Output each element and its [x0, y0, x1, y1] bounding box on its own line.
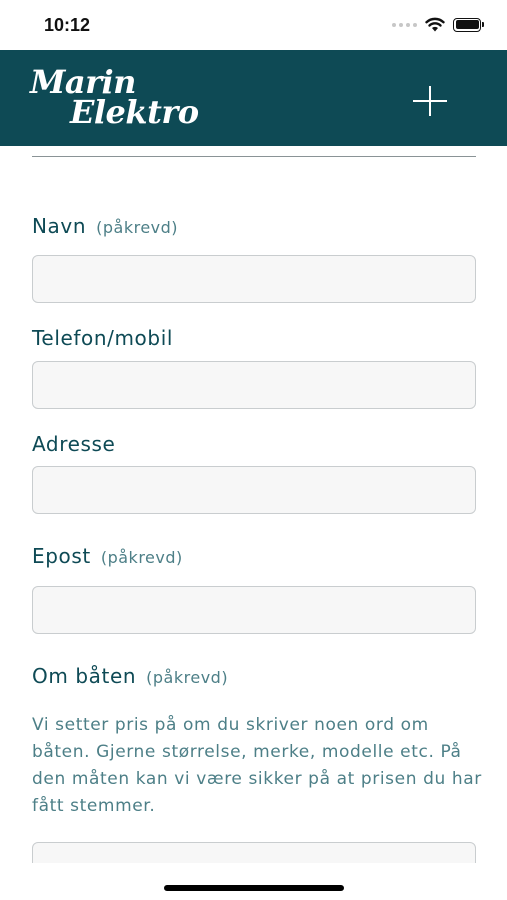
name-label: Navn (påkrevd) [32, 214, 178, 238]
status-icons [392, 17, 484, 32]
email-input[interactable] [32, 586, 476, 634]
plus-icon [413, 86, 447, 116]
name-label-text: Navn [32, 214, 87, 238]
menu-toggle-button[interactable] [411, 84, 449, 118]
email-label: Epost (påkrevd) [32, 544, 183, 568]
phone-label-text: Telefon/mobil [32, 326, 174, 350]
divider [32, 156, 476, 157]
wifi-icon [425, 17, 445, 32]
logo[interactable]: Marin Elektro [30, 66, 199, 131]
email-label-text: Epost [32, 544, 91, 568]
required-note: (påkrevd) [96, 218, 179, 237]
home-bar-area [0, 863, 507, 900]
boat-label: Om båten (påkrevd) [32, 664, 228, 688]
phone-input[interactable] [32, 361, 476, 409]
address-input[interactable] [32, 466, 476, 514]
logo-line-2: Elektro [70, 93, 199, 131]
battery-icon [453, 17, 484, 32]
boat-help-text: Vi setter pris på om du skriver noen ord… [32, 715, 482, 816]
site-header: Marin Elektro [0, 50, 507, 146]
status-bar: 10:12 [0, 0, 507, 50]
screen: 10:12 Marin Elektro Navn (påkrevd) Telef… [0, 0, 507, 900]
address-label-text: Adresse [32, 432, 116, 456]
home-indicator[interactable] [164, 885, 344, 891]
signal-dots-icon [392, 22, 417, 27]
address-label: Adresse [32, 432, 115, 456]
required-note: (påkrevd) [146, 668, 229, 687]
phone-label: Telefon/mobil [32, 326, 173, 350]
name-input[interactable] [32, 255, 476, 303]
required-note: (påkrevd) [100, 548, 183, 567]
boat-label-text: Om båten [32, 664, 137, 688]
status-time: 10:12 [44, 15, 91, 35]
